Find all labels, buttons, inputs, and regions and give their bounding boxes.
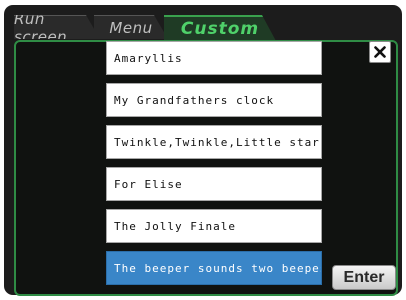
- tab-run-screen[interactable]: Run screen: [14, 15, 100, 39]
- tab-menu-label: Menu: [109, 18, 153, 37]
- list-item-label: For Elise: [114, 177, 183, 191]
- list-item-two-beeps[interactable]: The beeper sounds two beepes: [106, 251, 322, 285]
- tab-custom[interactable]: Custom: [164, 15, 276, 41]
- list-item-label: Amaryllis: [114, 51, 183, 65]
- list-item-label: Twinkle,Twinkle,Little star: [114, 135, 320, 149]
- close-button[interactable]: [369, 41, 391, 63]
- enter-button[interactable]: Enter: [332, 265, 396, 290]
- tab-bar: Run screen Menu Custom: [14, 15, 398, 41]
- list-item-for-elise[interactable]: For Elise: [106, 167, 322, 201]
- enter-button-label: Enter: [343, 268, 385, 286]
- list-item-label: The beeper sounds two beepes: [114, 261, 322, 275]
- list-item-grandfathers-clock[interactable]: My Grandfathers clock: [106, 83, 322, 117]
- list-item-twinkle[interactable]: Twinkle,Twinkle,Little star: [106, 125, 322, 159]
- list-item-amaryllis[interactable]: Amaryllis: [106, 41, 322, 75]
- list-item-jolly-finale[interactable]: The Jolly Finale: [106, 209, 322, 243]
- close-icon: [374, 43, 386, 62]
- tab-custom-label: Custom: [180, 19, 260, 39]
- tab-menu[interactable]: Menu: [94, 15, 168, 39]
- list-item-label: My Grandfathers clock: [114, 93, 275, 107]
- list-item-label: The Jolly Finale: [114, 219, 236, 233]
